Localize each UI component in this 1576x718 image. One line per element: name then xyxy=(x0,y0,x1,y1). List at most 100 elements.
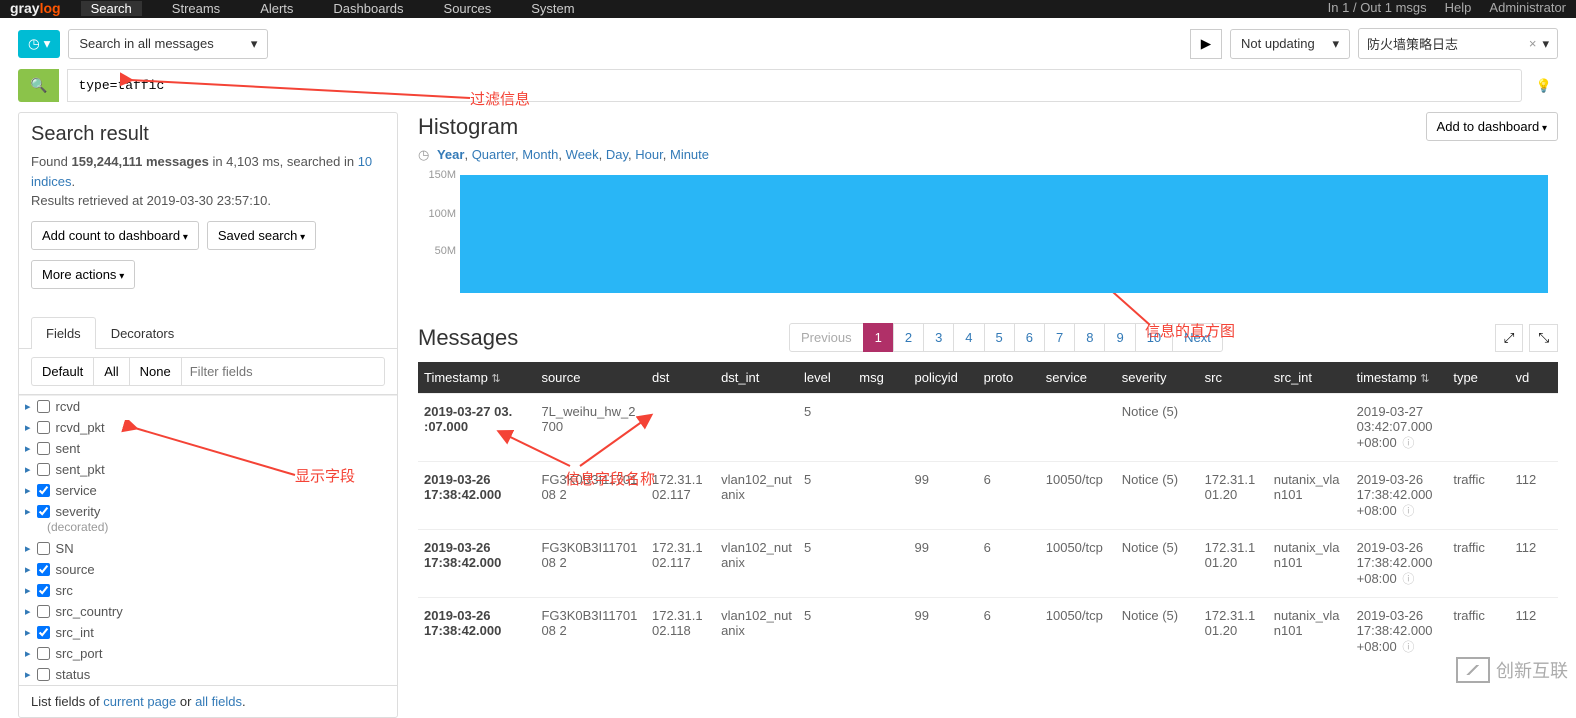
field-row[interactable]: ▸ status xyxy=(19,664,397,685)
field-checkbox[interactable] xyxy=(37,400,50,413)
hint-icon[interactable]: 💡 xyxy=(1530,78,1558,94)
fields-list[interactable]: ▸ rcvd▸ rcvd_pkt▸ sent▸ sent_pkt▸ servic… xyxy=(19,395,397,685)
field-checkbox[interactable] xyxy=(37,463,50,476)
field-row[interactable]: ▸ severity xyxy=(19,501,397,522)
col-msg[interactable]: msg xyxy=(853,362,908,394)
field-checkbox[interactable] xyxy=(37,442,50,455)
col-timestamp[interactable]: timestamp ⇅ xyxy=(1351,362,1448,394)
play-button[interactable]: ▶ xyxy=(1190,29,1222,59)
col-src_int[interactable]: src_int xyxy=(1268,362,1351,394)
col-type[interactable]: type xyxy=(1447,362,1509,394)
field-row[interactable]: ▸ src_country xyxy=(19,601,397,622)
nav-alerts[interactable]: Alerts xyxy=(250,1,303,16)
field-checkbox[interactable] xyxy=(37,505,50,518)
histogram-bar[interactable] xyxy=(460,175,1548,293)
field-checkbox[interactable] xyxy=(37,626,50,639)
page-10[interactable]: 10 xyxy=(1135,323,1173,352)
col-level[interactable]: level xyxy=(798,362,853,394)
table-row[interactable]: 2019-03-26 17:38:42.000FG3K0B3I1170108 2… xyxy=(418,598,1558,666)
page-2[interactable]: 2 xyxy=(893,323,924,352)
page-3[interactable]: 3 xyxy=(923,323,954,352)
page-6[interactable]: 6 xyxy=(1014,323,1045,352)
table-row[interactable]: 2019-03-27 03. :07.0007L_weihu_hw_27005N… xyxy=(418,394,1558,462)
interval-hour[interactable]: Hour xyxy=(635,147,662,162)
add-count-button[interactable]: Add count to dashboard xyxy=(31,221,199,250)
field-row[interactable]: ▸ rcvd xyxy=(19,396,397,417)
field-checkbox[interactable] xyxy=(37,605,50,618)
updating-select[interactable]: Not updating ▾ xyxy=(1230,29,1350,59)
col-severity[interactable]: severity xyxy=(1116,362,1199,394)
field-checkbox[interactable] xyxy=(37,484,50,497)
field-checkbox[interactable] xyxy=(37,584,50,597)
field-row[interactable]: ▸ source xyxy=(19,559,397,580)
all-fields-link[interactable]: all fields xyxy=(195,694,242,709)
field-row[interactable]: ▸ src_port xyxy=(19,643,397,664)
user-menu[interactable]: Administrator xyxy=(1489,0,1566,15)
page-5[interactable]: 5 xyxy=(984,323,1015,352)
field-checkbox[interactable] xyxy=(37,421,50,434)
nav-streams[interactable]: Streams xyxy=(162,1,230,16)
field-checkbox[interactable] xyxy=(37,542,50,555)
page-4[interactable]: 4 xyxy=(953,323,984,352)
clear-icon[interactable]: × xyxy=(1529,36,1537,51)
field-row[interactable]: ▸ service xyxy=(19,480,397,501)
field-checkbox[interactable] xyxy=(37,647,50,660)
current-page-link[interactable]: current page xyxy=(103,694,176,709)
add-to-dashboard-button[interactable]: Add to dashboard xyxy=(1426,112,1558,141)
tab-decorators[interactable]: Decorators xyxy=(96,317,190,349)
nav-dashboards[interactable]: Dashboards xyxy=(323,1,413,16)
histogram-chart[interactable]: 150M 100M 50M xyxy=(418,173,1558,293)
col-src[interactable]: src xyxy=(1199,362,1268,394)
interval-month[interactable]: Month xyxy=(522,147,558,162)
timerange-button[interactable]: ◷▾ xyxy=(18,30,60,58)
field-row[interactable]: ▸ src xyxy=(19,580,397,601)
filter-default[interactable]: Default xyxy=(31,357,93,386)
field-row[interactable]: ▸ src_int xyxy=(19,622,397,643)
filter-none[interactable]: None xyxy=(129,357,181,386)
page-7[interactable]: 7 xyxy=(1044,323,1075,352)
col-dst_int[interactable]: dst_int xyxy=(715,362,798,394)
collapse-button[interactable]: ⤡ xyxy=(1529,324,1558,352)
timerange-select[interactable]: Search in all messages ▾ xyxy=(68,29,268,59)
table-row[interactable]: 2019-03-26 17:38:42.000FG3K0B3I1170108 2… xyxy=(418,530,1558,598)
search-button[interactable]: 🔍 xyxy=(18,69,59,102)
saved-search-button[interactable]: Saved search xyxy=(207,221,316,250)
col-dst[interactable]: dst xyxy=(646,362,715,394)
page-prev[interactable]: Previous xyxy=(789,323,864,352)
interval-quarter[interactable]: Quarter xyxy=(472,147,515,162)
page-next[interactable]: Next xyxy=(1172,323,1223,352)
help-link[interactable]: Help xyxy=(1445,0,1472,15)
col-source[interactable]: source xyxy=(535,362,646,394)
filter-all[interactable]: All xyxy=(93,357,128,386)
query-input[interactable] xyxy=(67,69,1521,102)
field-row[interactable]: ▸ rcvd_pkt xyxy=(19,417,397,438)
expand-button[interactable]: ⤢ xyxy=(1495,324,1524,352)
page-1[interactable]: 1 xyxy=(863,323,894,352)
nav-system[interactable]: System xyxy=(521,1,584,16)
col-Timestamp[interactable]: Timestamp ⇅ xyxy=(418,362,535,394)
page-9[interactable]: 9 xyxy=(1104,323,1135,352)
field-row[interactable]: ▸ sent xyxy=(19,438,397,459)
more-actions-button[interactable]: More actions xyxy=(31,260,135,289)
col-service[interactable]: service xyxy=(1040,362,1116,394)
field-row[interactable]: ▸ SN xyxy=(19,538,397,559)
field-row[interactable]: ▸ sent_pkt xyxy=(19,459,397,480)
nav-search[interactable]: Search xyxy=(81,1,142,16)
page-8[interactable]: 8 xyxy=(1074,323,1105,352)
table-row[interactable]: 2019-03-26 17:38:42.000FG3K0B3I1170108 2… xyxy=(418,462,1558,530)
interval-minute[interactable]: Minute xyxy=(670,147,709,162)
interval-week[interactable]: Week xyxy=(566,147,599,162)
field-checkbox[interactable] xyxy=(37,668,50,681)
col-policyid[interactable]: policyid xyxy=(909,362,978,394)
col-vd[interactable]: vd xyxy=(1510,362,1558,394)
col-proto[interactable]: proto xyxy=(978,362,1040,394)
filter-fields-input[interactable] xyxy=(181,357,385,386)
stream-select[interactable]: 防火墙策略日志 × ▾ xyxy=(1358,28,1558,59)
nav-sources[interactable]: Sources xyxy=(434,1,502,16)
interval-day[interactable]: Day xyxy=(606,147,628,162)
interval-year[interactable]: Year xyxy=(437,147,464,162)
field-checkbox[interactable] xyxy=(37,563,50,576)
field-name: src_country xyxy=(56,604,123,619)
caret-right-icon: ▸ xyxy=(25,505,31,518)
tab-fields[interactable]: Fields xyxy=(31,317,96,349)
